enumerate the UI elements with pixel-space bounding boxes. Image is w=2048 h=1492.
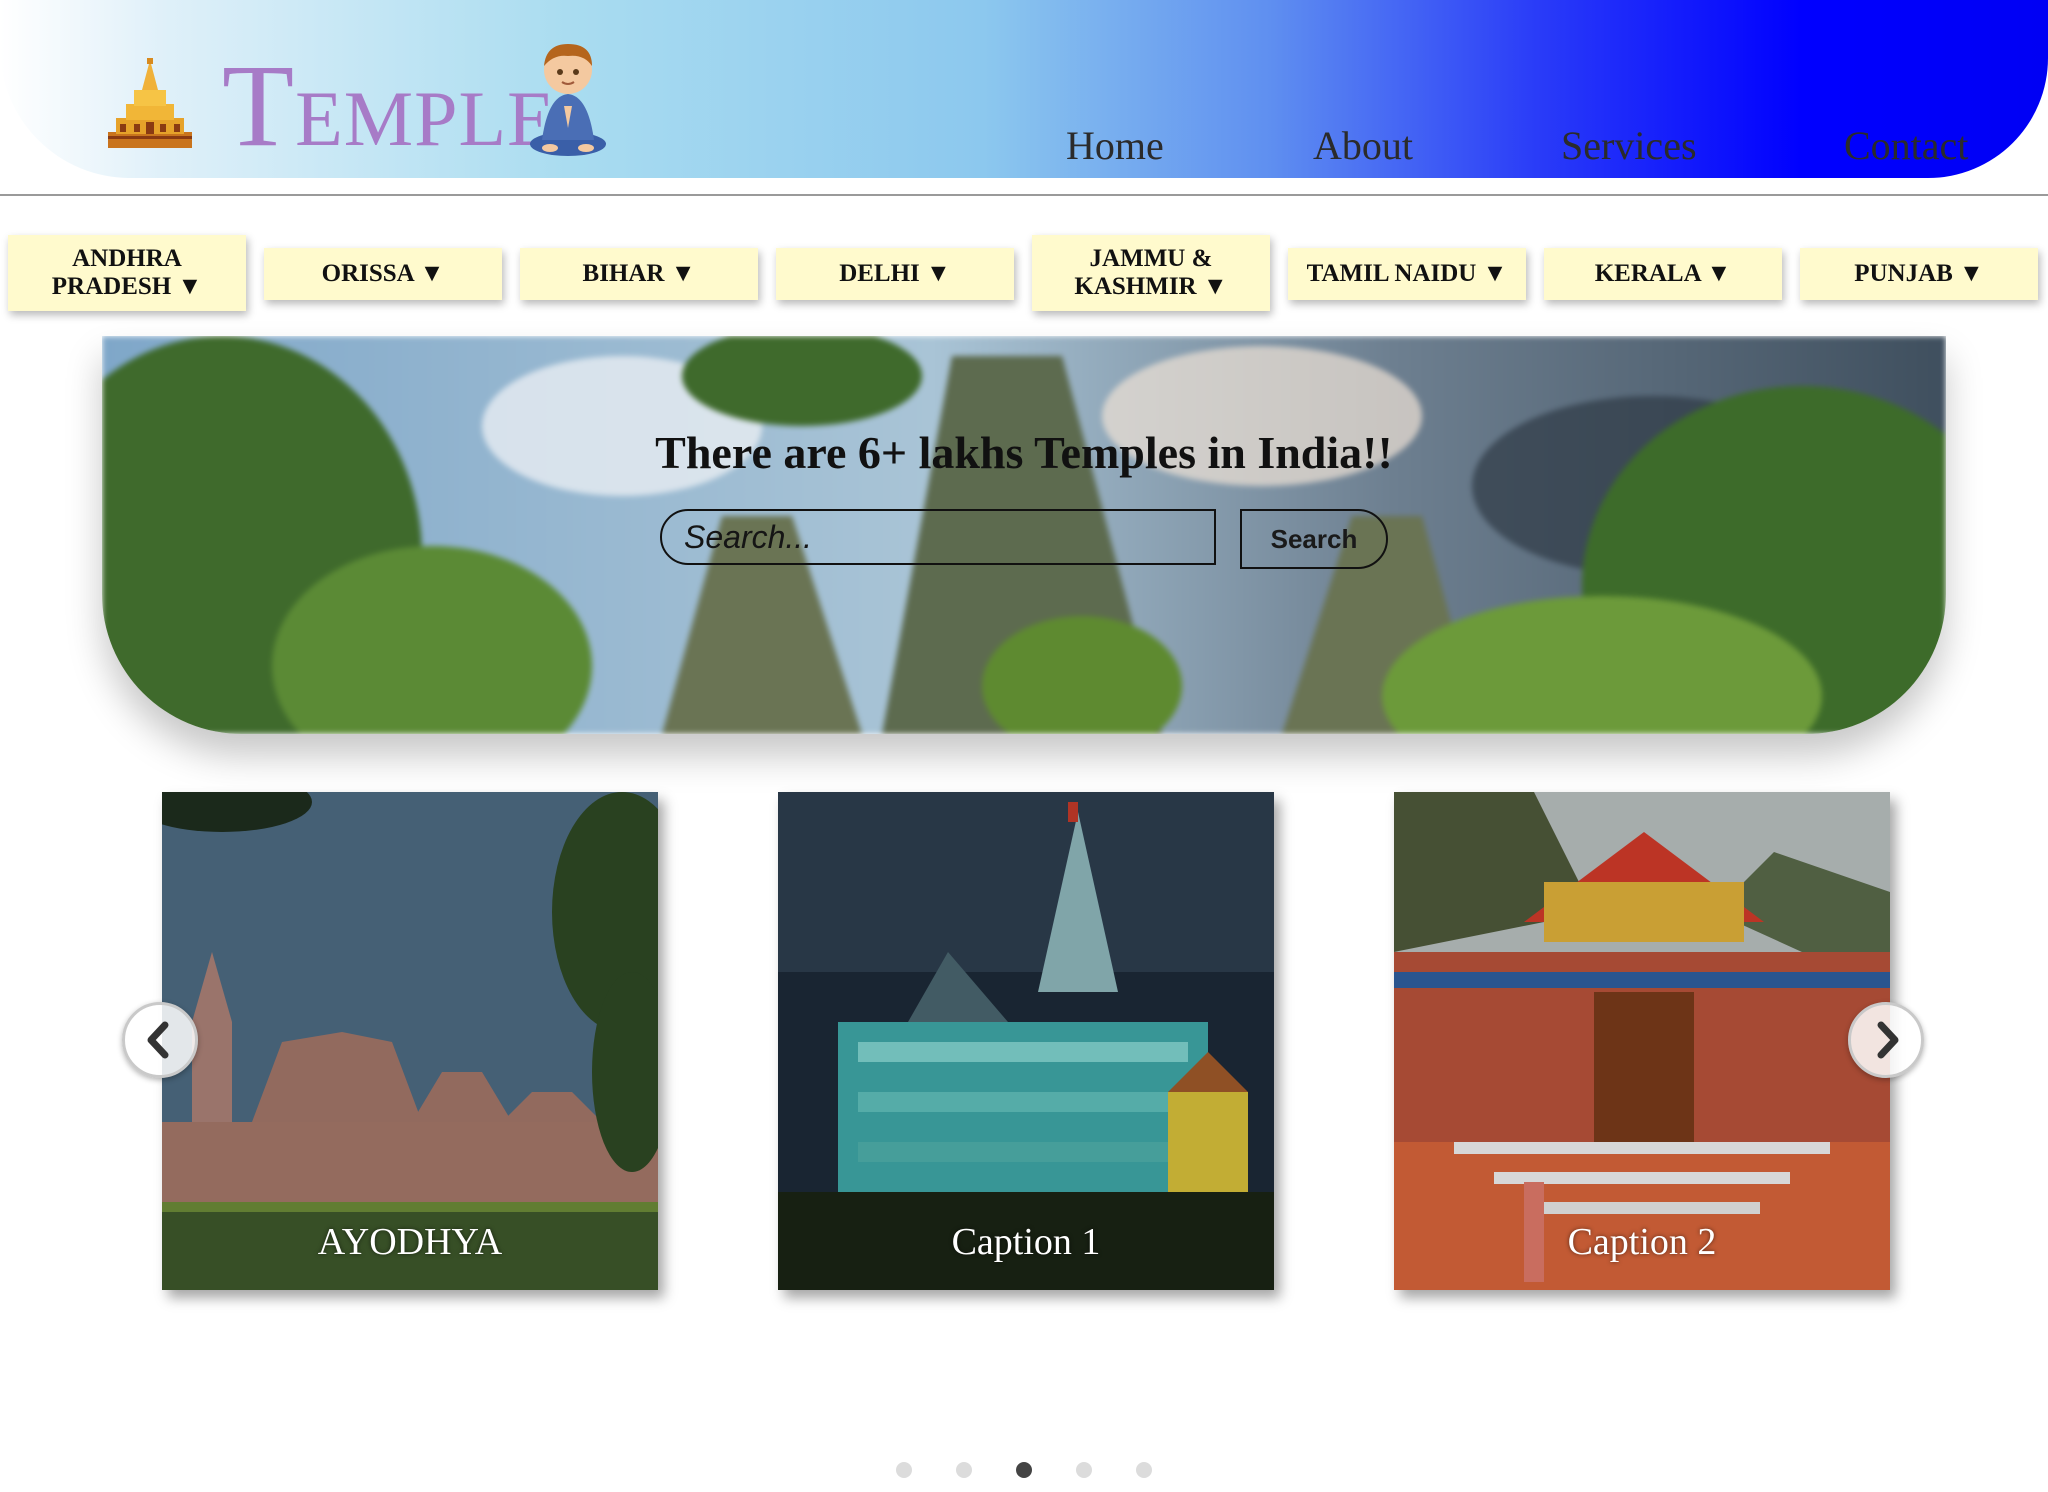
carousel-slide-ayodhya[interactable]: AYODHYA bbox=[162, 792, 658, 1290]
nav-home[interactable]: Home bbox=[1066, 122, 1164, 169]
state-tab-label: ORISSA ▼ bbox=[321, 260, 445, 287]
search-input[interactable] bbox=[660, 509, 1216, 565]
nav-about[interactable]: About bbox=[1313, 122, 1413, 169]
slide-caption: AYODHYA bbox=[317, 1221, 503, 1263]
state-tab-bihar[interactable]: BIHAR ▼ bbox=[520, 248, 758, 300]
state-tab-jammu-kashmir[interactable]: JAMMU & KASHMIR ▼ bbox=[1032, 235, 1270, 311]
state-tab-orissa[interactable]: ORISSA ▼ bbox=[264, 248, 502, 300]
state-tab-label: BIHAR ▼ bbox=[582, 260, 696, 287]
state-tab-label: KERALA ▼ bbox=[1594, 260, 1732, 287]
slide-caption: Caption 1 bbox=[951, 1221, 1101, 1263]
logo-first-letter: T bbox=[222, 40, 296, 171]
state-tab-kerala[interactable]: KERALA ▼ bbox=[1544, 248, 1782, 300]
lit-temple-image bbox=[778, 792, 1274, 1290]
carousel-dot[interactable] bbox=[956, 1462, 972, 1478]
carousel-dot[interactable] bbox=[1076, 1462, 1092, 1478]
ayodhya-temple-image bbox=[162, 792, 658, 1290]
golden-temple-icon bbox=[108, 58, 192, 148]
nav-contact[interactable]: Contact bbox=[1844, 122, 1968, 169]
chevron-left-icon bbox=[147, 1021, 169, 1059]
hero-banner: There are 6+ lakhs Temples in India!! Se… bbox=[102, 336, 1946, 734]
state-tab-line2: PRADESH ▼ bbox=[51, 273, 203, 300]
badrinath-temple-image bbox=[1394, 792, 1890, 1290]
state-tab-line1: JAMMU & bbox=[1089, 245, 1213, 272]
carousel-dot-active[interactable] bbox=[1016, 1462, 1032, 1478]
state-tab-line1: ANDHRA bbox=[72, 245, 182, 272]
state-tab-label: PUNJAB ▼ bbox=[1854, 260, 1984, 287]
state-tab-label: DELHI ▼ bbox=[839, 260, 951, 287]
hero-title: There are 6+ lakhs Temples in India!! bbox=[655, 427, 1393, 478]
carousel-prev-button[interactable] bbox=[122, 1002, 198, 1078]
state-tab-label: TAMIL NAIDU ▼ bbox=[1306, 260, 1508, 287]
header-bar: TEMPLE Home About Services Contact bbox=[0, 0, 2048, 178]
header-divider bbox=[0, 194, 2048, 196]
carousel-slide-2[interactable]: Caption 2 bbox=[1394, 792, 1890, 1290]
nav-services[interactable]: Services bbox=[1561, 122, 1697, 169]
logo-rest: EMPLE bbox=[295, 75, 556, 162]
meditating-monk-icon bbox=[530, 44, 606, 156]
search-button[interactable]: Search bbox=[1240, 509, 1388, 569]
state-tab-andhra-pradesh[interactable]: ANDHRA PRADESH ▼ bbox=[8, 235, 246, 311]
carousel-next-button[interactable] bbox=[1848, 1002, 1924, 1078]
state-tab-tamil-naidu[interactable]: TAMIL NAIDU ▼ bbox=[1288, 248, 1526, 300]
logo-text[interactable]: TEMPLE bbox=[222, 38, 556, 174]
state-tab-punjab[interactable]: PUNJAB ▼ bbox=[1800, 248, 2038, 300]
state-tab-line2: KASHMIR ▼ bbox=[1074, 273, 1228, 300]
slide-caption: Caption 2 bbox=[1567, 1221, 1717, 1263]
carousel-dot[interactable] bbox=[1136, 1462, 1152, 1478]
carousel-slide-1[interactable]: Caption 1 bbox=[778, 792, 1274, 1290]
carousel-dot[interactable] bbox=[896, 1462, 912, 1478]
chevron-right-icon bbox=[1877, 1021, 1899, 1059]
state-tab-delhi[interactable]: DELHI ▼ bbox=[776, 248, 1014, 300]
